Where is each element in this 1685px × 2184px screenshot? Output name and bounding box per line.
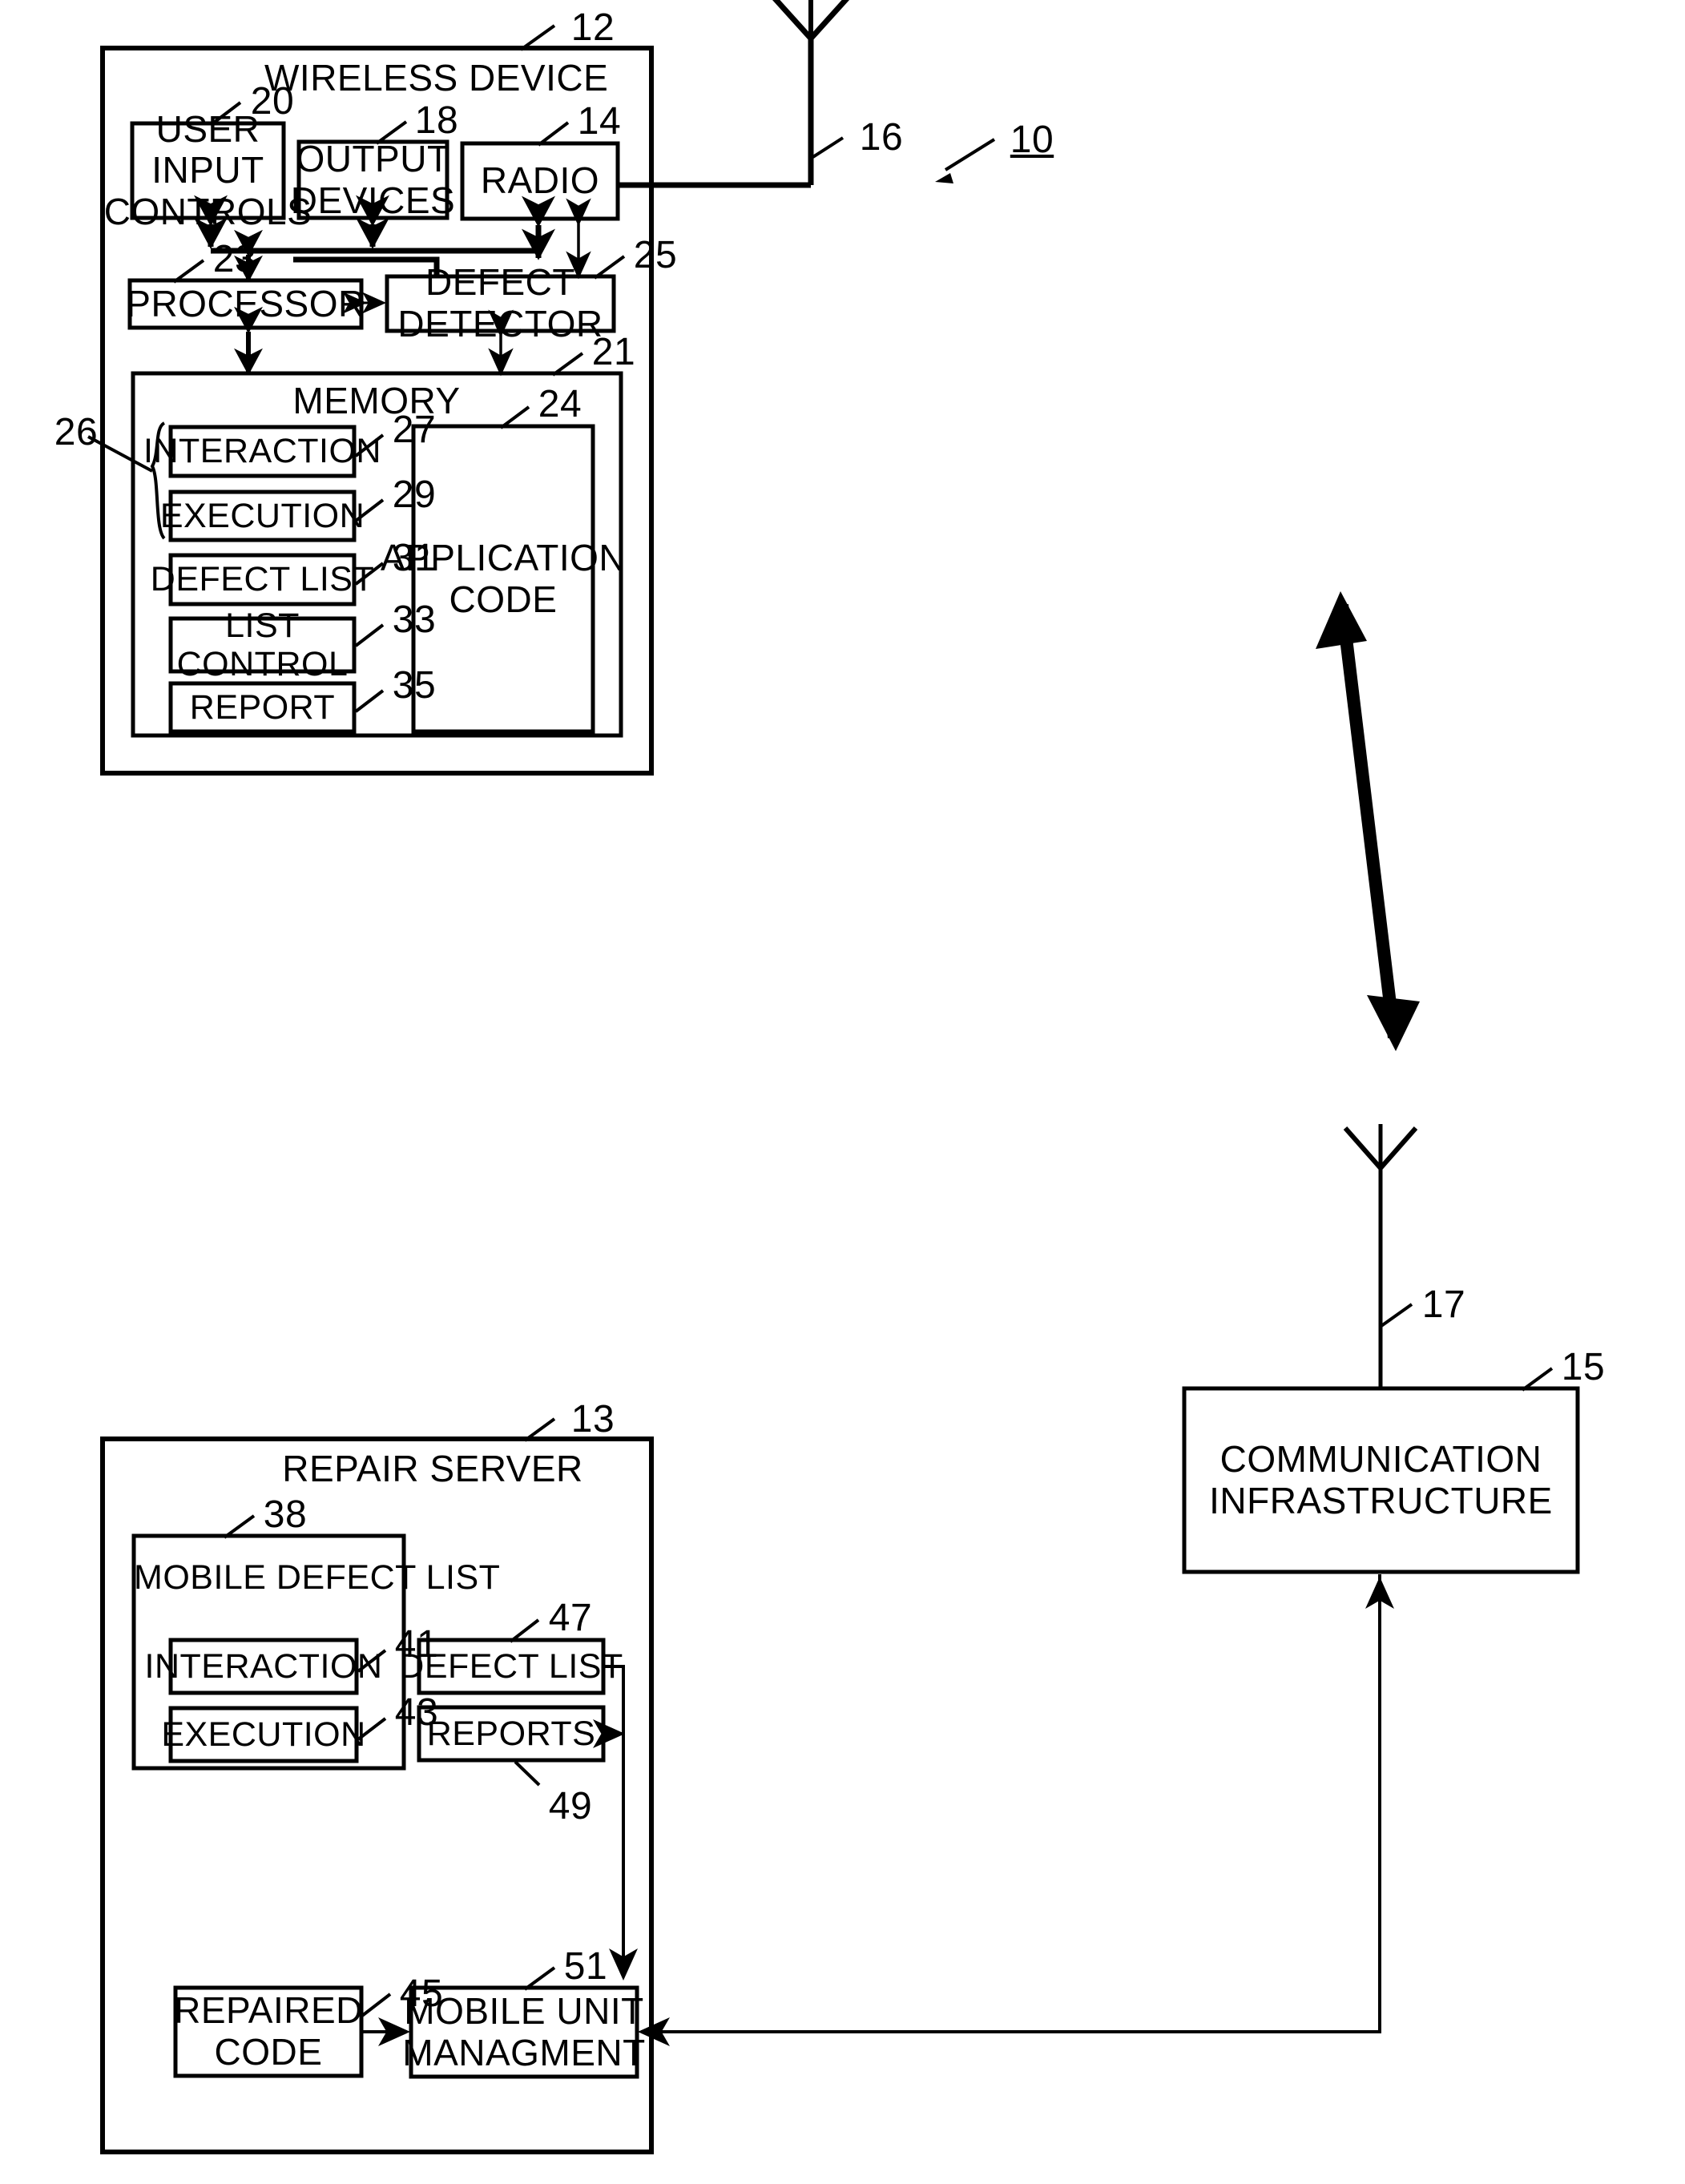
ref-processor-23: 23 xyxy=(212,238,257,280)
ref-repair-server-13: 13 xyxy=(570,1398,615,1441)
memory-item-execution: EXECUTION xyxy=(159,496,365,535)
ref-antenna-17: 17 xyxy=(1421,1283,1466,1326)
block-mobile-unit-management: MOBILE UNIT MANAGMENT xyxy=(402,1989,646,2073)
block-output-devices: OUTPUT DEVICES xyxy=(290,137,456,221)
memory-item-report: REPORT xyxy=(189,687,336,727)
memory-item-interaction: INTERACTION xyxy=(143,432,381,471)
block-reports: REPORTS xyxy=(426,1714,596,1753)
ref-output-devices-18: 18 xyxy=(414,99,459,142)
block-radio: RADIO xyxy=(480,159,600,202)
ref-reports-49: 49 xyxy=(548,1785,593,1827)
ref-application-code-24: 24 xyxy=(538,383,582,425)
mobile-defect-list-title: MOBILE DEFECT LIST xyxy=(134,1558,501,1597)
mdl-item-interaction: INTERACTION xyxy=(144,1646,383,1686)
ref-antenna-16: 16 xyxy=(859,116,904,159)
ref-mobile-defect-list-38: 38 xyxy=(263,1493,308,1536)
ref-mobile-unit-management-51: 51 xyxy=(563,1945,608,1988)
ref-radio-14: 14 xyxy=(577,100,622,143)
memory-title: MEMORY xyxy=(292,380,461,421)
ref-comm-infrastructure-15: 15 xyxy=(1561,1346,1606,1388)
block-repaired-code: REPAIRED CODE xyxy=(174,1989,363,2073)
memory-item-defect-list: DEFECT LIST xyxy=(150,560,375,599)
patent-figure: 10 WIRELESS DEVICE 12 16 USER INPUT CONT… xyxy=(0,0,1685,2184)
mdl-item-execution: EXECUTION xyxy=(161,1715,366,1754)
ref-wireless-device-12: 12 xyxy=(570,6,615,49)
ref-defect-detector-25: 25 xyxy=(633,234,678,276)
block-application-code: APPLICATION CODE xyxy=(380,536,627,620)
repair-server-title: REPAIR SERVER xyxy=(282,1448,583,1489)
block-communication-infrastructure: COMMUNICATION INFRASTRUCTURE xyxy=(1209,1437,1553,1521)
ref-memory-21: 21 xyxy=(591,331,636,373)
ref-brace-26: 26 xyxy=(54,411,99,453)
ref-user-input-controls-20: 20 xyxy=(250,80,295,123)
ref-system-10: 10 xyxy=(1010,119,1054,161)
block-defect-detector: DEFECT DETECTOR xyxy=(397,261,603,345)
memory-item-list-control: LIST CONTROL xyxy=(176,606,349,683)
block-server-defect-list: DEFECT LIST xyxy=(399,1646,623,1686)
block-user-input-controls: USER INPUT CONTROLS xyxy=(103,107,312,232)
wireless-device-title: WIRELESS DEVICE xyxy=(264,57,609,99)
ref-server-defect-list-47: 47 xyxy=(548,1597,593,1639)
block-processor: PROCESSOR xyxy=(126,282,365,324)
